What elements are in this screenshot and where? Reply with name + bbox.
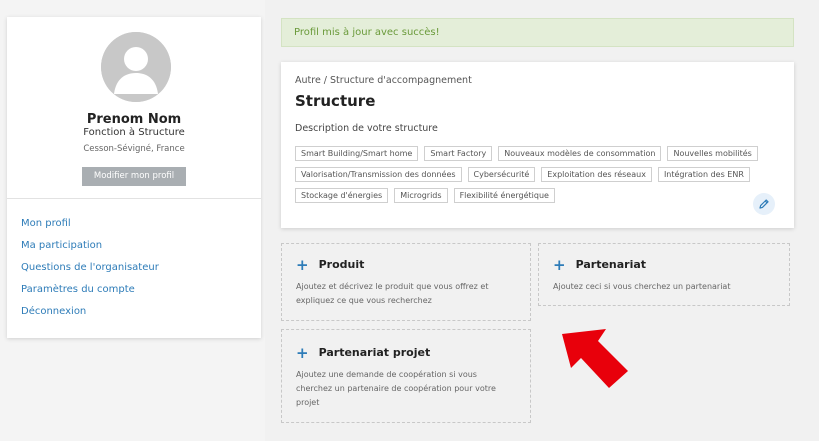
menu-item-parametres-compte[interactable]: Paramètres du compte	[21, 283, 159, 305]
tag: Stockage d'énergies	[295, 188, 389, 203]
structure-title: Structure	[295, 92, 376, 110]
partenariat-title-row: + Partenariat	[553, 255, 647, 274]
partenariat-projet-title: Partenariat projet	[318, 346, 431, 359]
pencil-icon	[759, 199, 769, 209]
produit-description-line-2: expliquez ce que vous recherchez	[296, 296, 432, 305]
profile-role: Fonction à Structure	[83, 127, 185, 138]
structure-card: Autre / Structure d'accompagnement Struc…	[281, 62, 794, 228]
profile-name: Prenom Nom	[86, 112, 182, 127]
user-avatar-icon	[101, 32, 171, 102]
plus-icon: +	[296, 255, 309, 274]
plus-icon: +	[296, 343, 309, 362]
avatar	[101, 32, 171, 102]
tag: Smart Building/Smart home	[295, 146, 419, 161]
profile-location: Cesson-Sévigné, France	[83, 144, 185, 154]
tag: Exploitation des réseaux	[541, 167, 652, 182]
structure-breadcrumb: Autre / Structure d'accompagnement	[295, 75, 472, 86]
menu-item-mon-profil[interactable]: Mon profil	[21, 217, 159, 239]
produit-title-row: + Produit	[296, 255, 365, 274]
tag: Nouvelles mobilités	[667, 146, 758, 161]
partenariat-projet-description-line-3: projet	[296, 398, 320, 407]
tag: Microgrids	[394, 188, 448, 203]
produit-title: Produit	[318, 258, 365, 271]
partenariat-projet-description-line-2: cherchez un partenaire de coopération po…	[296, 384, 496, 393]
divider	[7, 198, 261, 199]
profile-menu: Mon profil Ma participation Questions de…	[21, 217, 159, 327]
tag: Cybersécurité	[467, 167, 536, 182]
structure-description: Description de votre structure	[295, 123, 438, 134]
profile-card: Prenom Nom Fonction à Structure Cesson-S…	[7, 17, 261, 338]
partenariat-projet-description-line-1: Ajoutez une demande de coopération si vo…	[296, 370, 477, 379]
partenariat-projet-title-row: + Partenariat projet	[296, 343, 431, 362]
tag: Smart Factory	[424, 146, 493, 161]
menu-item-ma-participation[interactable]: Ma participation	[21, 239, 159, 261]
add-partenariat-card[interactable]: + Partenariat Ajoutez ceci si vous cherc…	[538, 243, 790, 306]
edit-profile-button[interactable]: Modifier mon profil	[82, 167, 186, 186]
red-arrow-icon	[562, 329, 628, 388]
produit-description-line-1: Ajoutez et décrivez le produit que vous …	[296, 282, 489, 291]
tag-list: Smart Building/Smart home Smart Factory …	[295, 146, 785, 203]
tag: Nouveaux modèles de consommation	[498, 146, 662, 161]
partenariat-title: Partenariat	[575, 258, 647, 271]
menu-item-questions-organisateur[interactable]: Questions de l'organisateur	[21, 261, 159, 283]
menu-item-deconnexion[interactable]: Déconnexion	[21, 305, 159, 327]
tag: Flexibilité énergétique	[453, 188, 555, 203]
tag: Intégration des ENR	[657, 167, 750, 182]
plus-icon: +	[553, 255, 566, 274]
partenariat-description: Ajoutez ceci si vous cherchez un partena…	[553, 282, 731, 291]
add-partenariat-projet-card[interactable]: + Partenariat projet Ajoutez une demande…	[281, 329, 531, 423]
success-banner: Profil mis à jour avec succès!	[281, 18, 794, 47]
tag: Valorisation/Transmission des données	[295, 167, 462, 182]
add-produit-card[interactable]: + Produit Ajoutez et décrivez le produit…	[281, 243, 531, 321]
edit-structure-button[interactable]	[753, 193, 775, 215]
